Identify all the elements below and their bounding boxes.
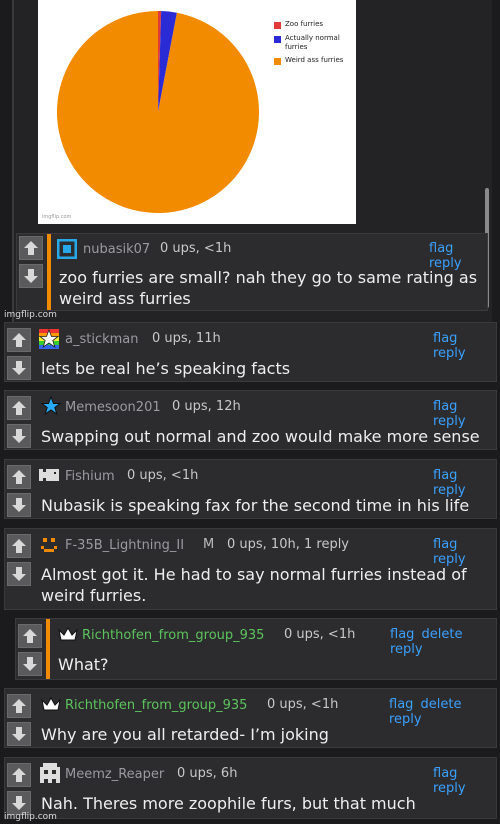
mod-badge: M [203,537,215,552]
comment-text-line1: zoo furries are small? nah they go to sa… [59,268,478,287]
comment-item: Memesoon201 0 ups, 12h flag reply Swappi… [4,390,497,450]
downvote-button[interactable] [7,722,31,746]
legend-label-weird: Weird ass furries [285,56,344,64]
reply-indent-bar [47,234,51,310]
comment-meta: 0 ups, <1h [267,697,339,712]
crown-avatar-icon [58,626,78,644]
chart-image: Zoo furries Actually normal furries Weir… [38,0,356,224]
legend-entry-normal: Actually normal furries [274,34,354,56]
username[interactable]: Meemz_Reaper [65,767,164,782]
comment-meta: 0 ups, 12h [172,399,241,414]
upvote-button[interactable] [18,624,42,648]
comment-text: What? [58,655,109,674]
pie-slice-2 [57,11,259,213]
comment-text: Why are you all retarded- I’m joking [41,725,329,744]
comment-text-line2: weird ass furries [59,289,191,308]
comment-text: Nubasik is speaking fax for the second t… [41,496,470,515]
username[interactable]: Richthofen_from_group_935 [82,628,264,643]
embedded-screenshot: Zoo furries Actually normal furries Weir… [0,0,500,322]
comment-text-line1: Almost got it. He had to say normal furr… [41,565,467,584]
upvote-button[interactable] [7,763,31,787]
crown-avatar-icon [41,696,61,714]
downvote-button[interactable] [7,356,31,380]
chart-legend: Zoo furries Actually normal furries Weir… [274,20,354,70]
imgflip-watermark-bottom: imgflip.com [4,812,57,822]
legend-swatch-normal [274,36,281,43]
comment-text-line2: weird furries. [41,586,147,605]
username[interactable]: Fishium [65,469,115,484]
chart-image-watermark: imgflip.com [42,214,72,220]
comment-meta: 0 ups, 6h [177,766,238,781]
upvote-button[interactable] [7,396,31,420]
downvote-button[interactable] [19,264,43,288]
comment-actions[interactable]: flag reply [433,331,496,361]
username[interactable]: Memesoon201 [65,400,161,415]
upvote-button[interactable] [7,465,31,489]
blue-star-avatar-icon [40,395,62,416]
legend-entry-zoo: Zoo furries [274,20,354,34]
comment-actions[interactable]: flag reply [433,766,496,796]
smiley-avatar-icon [39,534,57,552]
user-avatar-icon [56,238,78,260]
comment-meta: 0 ups, <1h [127,468,199,483]
comment-meta: 0 ups, 10h, 1 reply [227,537,349,552]
comment-actions[interactable]: flag reply [433,399,496,429]
comment-actions[interactable]: flag delete reply [389,697,496,727]
legend-swatch-weird [274,58,281,65]
comment-text: Nah. Theres more zoophile furs, but that… [41,794,416,813]
ghost-avatar-icon [39,762,60,783]
imgflip-watermark-top: imgflip.com [4,310,57,320]
reply-indent-bar [46,619,50,679]
upvote-button[interactable] [19,236,43,260]
comment-actions[interactable]: flag reply [433,468,496,498]
reply-comment: nubasik07 0 ups, <1h flag reply zoo furr… [16,233,488,311]
legend-label-normal: Actually normal furries [285,34,340,51]
username[interactable]: nubasik07 [83,242,150,257]
comment-item: Fishium 0 ups, <1h flag reply Nubasik is… [4,459,497,519]
upvote-button[interactable] [7,694,31,718]
downvote-button[interactable] [7,562,31,586]
username[interactable]: Richthofen_from_group_935 [65,698,247,713]
downvote-button[interactable] [7,493,31,517]
comment-meta: 0 ups, <1h [160,241,232,256]
reply-comment-item: Richthofen_from_group_935 0 ups, <1h fla… [15,618,497,680]
upvote-button[interactable] [7,328,31,352]
downvote-button[interactable] [18,652,42,676]
fish-avatar-icon [39,467,59,485]
comment-item: F-35B_Lightning_II M 0 ups, 10h, 1 reply… [4,528,497,610]
comment-actions[interactable]: flag reply [433,537,496,567]
legend-label-zoo: Zoo furries [285,20,324,28]
comment-item: a_stickman 0 ups, 11h flag reply lets be… [4,322,497,382]
comment-item: Richthofen_from_group_935 0 ups, <1h fla… [4,688,497,748]
upvote-button[interactable] [7,534,31,558]
comment-meta: 0 ups, 11h [152,331,221,346]
comment-meta: 0 ups, <1h [284,627,356,642]
comment-actions[interactable]: flag delete reply [390,627,496,657]
rainbow-star-avatar-icon [38,328,60,349]
username[interactable]: F-35B_Lightning_II [65,538,184,553]
downvote-button[interactable] [7,424,31,448]
comment-text: lets be real he’s speaking facts [41,359,291,378]
comment-text: Swapping out normal and zoo would make m… [41,427,480,446]
legend-entry-weird: Weird ass furries [274,56,354,70]
username[interactable]: a_stickman [65,332,139,347]
comment-item: Meemz_Reaper 0 ups, 6h flag reply Nah. T… [4,757,497,819]
legend-swatch-zoo [274,22,281,29]
